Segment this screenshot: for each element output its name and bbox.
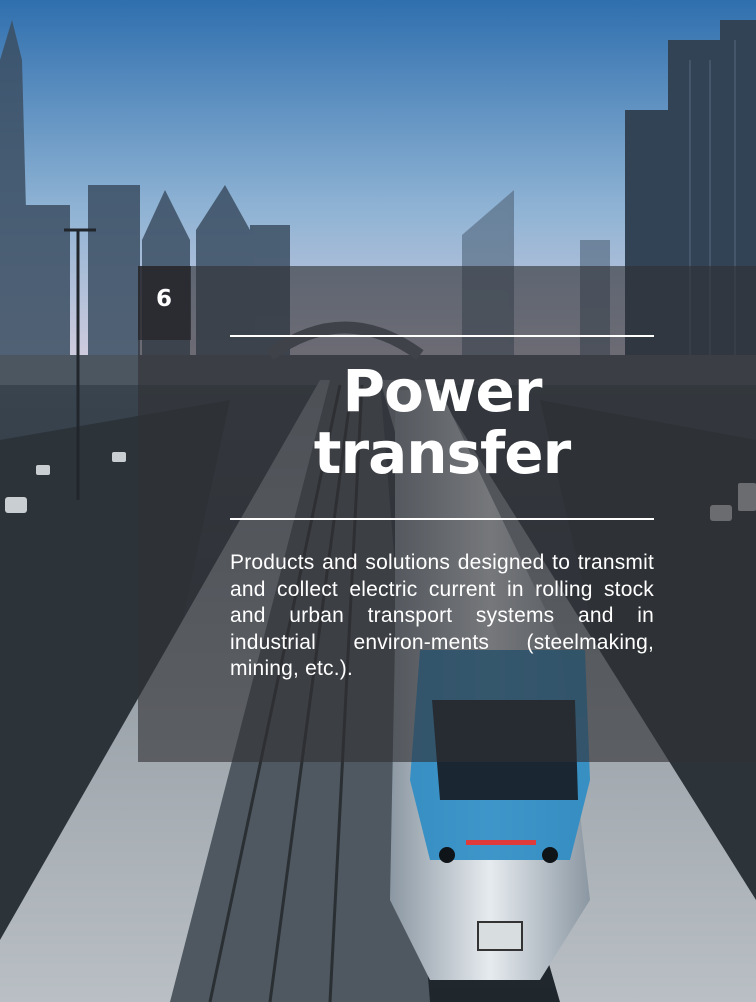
title-line-1: Power [342, 357, 543, 425]
section-number: 6 [156, 286, 173, 312]
divider-bottom [230, 518, 654, 520]
section-description: Products and solutions designed to trans… [230, 551, 654, 680]
divider-top [230, 335, 654, 337]
title-line-2: transfer [313, 419, 571, 487]
section-title: Power transfer [230, 360, 654, 484]
text-panel [138, 266, 756, 762]
